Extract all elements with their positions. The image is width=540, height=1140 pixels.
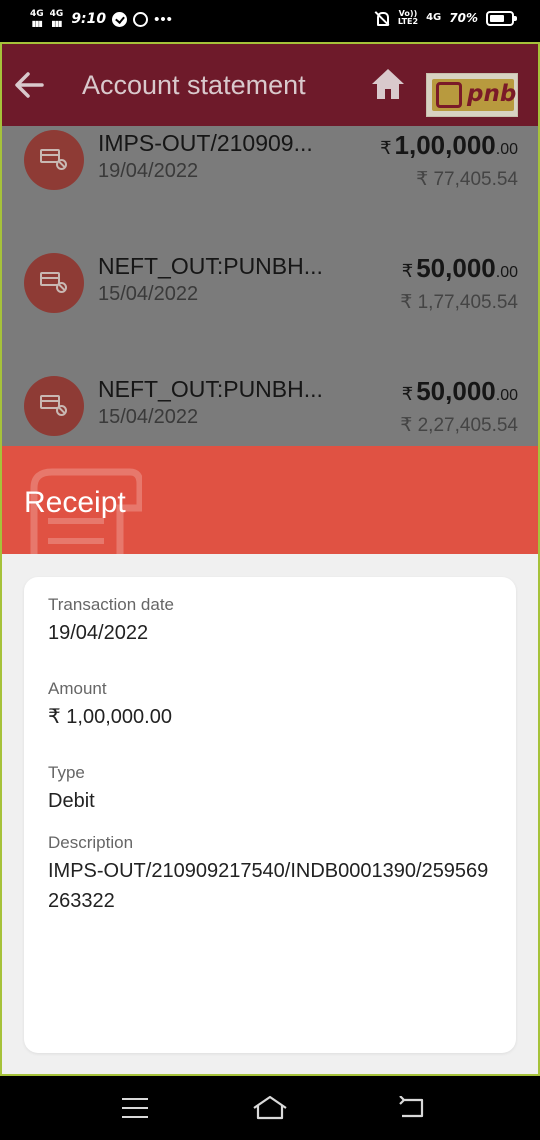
- transaction-date-value: 19/04/2022: [48, 622, 149, 644]
- amount-main: 1,00,000: [394, 130, 496, 160]
- receipt-title: Receipt: [24, 486, 126, 519]
- transaction-card-icon: [24, 130, 84, 190]
- amount-paise: .00: [495, 141, 518, 158]
- back-nav-icon[interactable]: [398, 1096, 426, 1120]
- currency-symbol: ₹: [401, 384, 414, 404]
- logo-mark-icon: [436, 82, 462, 108]
- network-type-3: 4G: [426, 12, 442, 23]
- transaction-date: 19/04/2022: [98, 160, 199, 182]
- transaction-balance: ₹ 1,77,405.54: [400, 292, 518, 313]
- network-indicator-1: 4G ▮▮▮: [30, 9, 44, 29]
- transaction-name: NEFT_OUT:PUNBH...: [98, 253, 323, 279]
- transaction-card-icon: [24, 376, 84, 436]
- type-value: Debit: [48, 790, 95, 812]
- home-icon[interactable]: [370, 66, 406, 102]
- receipt-header: Receipt: [2, 446, 538, 554]
- receipt-body: Transaction date 19/04/2022 Amount ₹ 1,0…: [2, 554, 538, 1074]
- clock: 9:10: [71, 11, 107, 27]
- transaction-amount: ₹50,000.00: [402, 376, 518, 407]
- page-title: Account statement: [82, 70, 306, 100]
- logo-text: pnb: [467, 81, 517, 107]
- app-bar: Account statement pnb: [2, 44, 538, 126]
- description-value: IMPS-OUT/210909217540/INDB0001390/259569…: [48, 860, 489, 912]
- transaction-date-label: Transaction date: [48, 595, 174, 614]
- amount-main: 50,000: [416, 253, 496, 283]
- currency-symbol: ₹: [380, 138, 392, 158]
- home-nav-icon[interactable]: [252, 1094, 288, 1122]
- status-right: Vo)) LTE2 4G 70%: [374, 10, 517, 26]
- mute-icon: [374, 10, 390, 26]
- whatsapp-icon: [133, 11, 149, 27]
- network-type-1: 4G: [30, 9, 44, 19]
- description-label: Description: [48, 833, 134, 852]
- signal-bars-icon: ▮▮▮: [31, 19, 43, 28]
- status-bar: 4G ▮▮▮ 4G ▮▮▮ 9:10 ••• Vo)) LTE2 4G 70%: [0, 0, 540, 42]
- type-label: Type: [48, 763, 85, 782]
- more-notifications-icon: •••: [154, 10, 173, 28]
- transaction-card-icon: [24, 253, 84, 313]
- app-screen: Account statement pnb IMPS-OUT/210909...…: [0, 42, 540, 1076]
- amount-label: Amount: [48, 679, 107, 698]
- logo-inner: pnb: [432, 79, 517, 111]
- amount-paise: .00: [495, 264, 518, 281]
- amount-main: 50,000: [416, 376, 496, 406]
- network-indicator-2: 4G ▮▮▮: [49, 9, 64, 29]
- menu-icon[interactable]: [122, 1098, 148, 1118]
- currency-symbol: ₹: [401, 261, 414, 281]
- transaction-balance: ₹ 2,27,405.54: [400, 415, 518, 436]
- amount-paise: .00: [495, 387, 518, 404]
- system-nav-bar: [0, 1076, 540, 1140]
- amount-value: ₹ 1,00,000.00: [48, 706, 172, 728]
- status-left: 4G ▮▮▮ 4G ▮▮▮ 9:10 •••: [30, 9, 173, 29]
- transaction-amount: ₹50,000.00: [402, 253, 518, 284]
- signal-bars-icon: ▮▮▮: [51, 19, 62, 28]
- receipt-card: Transaction date 19/04/2022 Amount ₹ 1,0…: [24, 577, 516, 1053]
- volte-indicator: Vo)) LTE2: [398, 10, 418, 26]
- battery-icon: [486, 10, 517, 26]
- volte-bottom: LTE2: [397, 17, 419, 26]
- transaction-date: 15/04/2022: [98, 283, 199, 305]
- transaction-amount: ₹1,00,000.00: [380, 130, 518, 161]
- app-notification-icon: [112, 11, 128, 27]
- transaction-row[interactable]: NEFT_OUT:PUNBH... 15/04/2022 ₹50,000.00 …: [2, 239, 538, 362]
- battery-percent: 70%: [449, 11, 478, 25]
- network-type-2: 4G: [49, 9, 64, 19]
- battery-fill: [490, 14, 504, 22]
- transaction-date: 15/04/2022: [98, 406, 199, 428]
- bank-logo: pnb: [426, 73, 518, 117]
- transaction-name: NEFT_OUT:PUNBH...: [98, 376, 323, 402]
- back-arrow-icon[interactable]: [12, 68, 46, 102]
- transaction-balance: ₹ 77,405.54: [416, 169, 518, 190]
- transaction-row[interactable]: IMPS-OUT/210909... 19/04/2022 ₹1,00,000.…: [2, 116, 538, 239]
- transaction-name: IMPS-OUT/210909...: [98, 130, 313, 156]
